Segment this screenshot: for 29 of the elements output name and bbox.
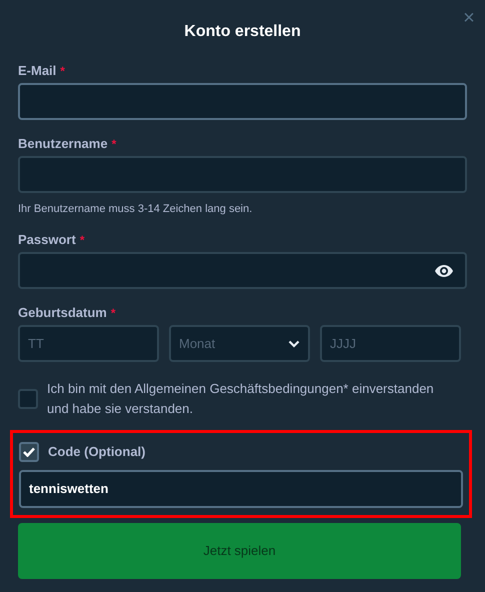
checkbox[interactable] — [18, 389, 38, 409]
chevron-down-icon — [288, 340, 300, 348]
field-label: Passwort — [18, 231, 76, 249]
placeholder-text: JJJJ — [330, 334, 356, 353]
field-label: E-Mail — [18, 62, 56, 80]
required-mark: * — [112, 136, 116, 153]
required-mark: * — [110, 305, 116, 322]
input-field[interactable] — [18, 156, 467, 193]
check-icon — [23, 447, 35, 457]
placeholder-text: TT — [28, 334, 44, 353]
eye-icon[interactable] — [435, 264, 453, 276]
input-field[interactable] — [18, 83, 467, 120]
submit-button[interactable]: Jetzt spielen — [18, 523, 461, 579]
day-field[interactable]: TT — [18, 325, 159, 362]
field-label: Benutzername — [18, 135, 108, 153]
close-button[interactable]: × — [461, 8, 477, 28]
required-mark: * — [80, 232, 84, 249]
input-field[interactable]: tenniswetten — [19, 470, 463, 508]
terms-text: Ich bin mit den Allgemeinen Geschäftsbedingungen* einverstanden und habe sie verstanden. — [47, 380, 435, 418]
field-label: Geburtsdatum — [18, 304, 107, 322]
dialog-title: Konto erstellen — [183, 22, 302, 42]
year-field[interactable]: JJJJ — [320, 325, 461, 362]
password-field[interactable] — [18, 252, 467, 289]
placeholder-text: Monat — [179, 334, 216, 353]
required-mark: * — [60, 63, 65, 80]
checkbox-label: Code (Optional) — [48, 443, 146, 462]
checkbox[interactable] — [19, 442, 39, 462]
month-dropdown[interactable]: Monat — [169, 325, 310, 362]
hint-text: Ihr Benutzername muss 3-14 Zeichen lang sein. — [18, 202, 254, 216]
